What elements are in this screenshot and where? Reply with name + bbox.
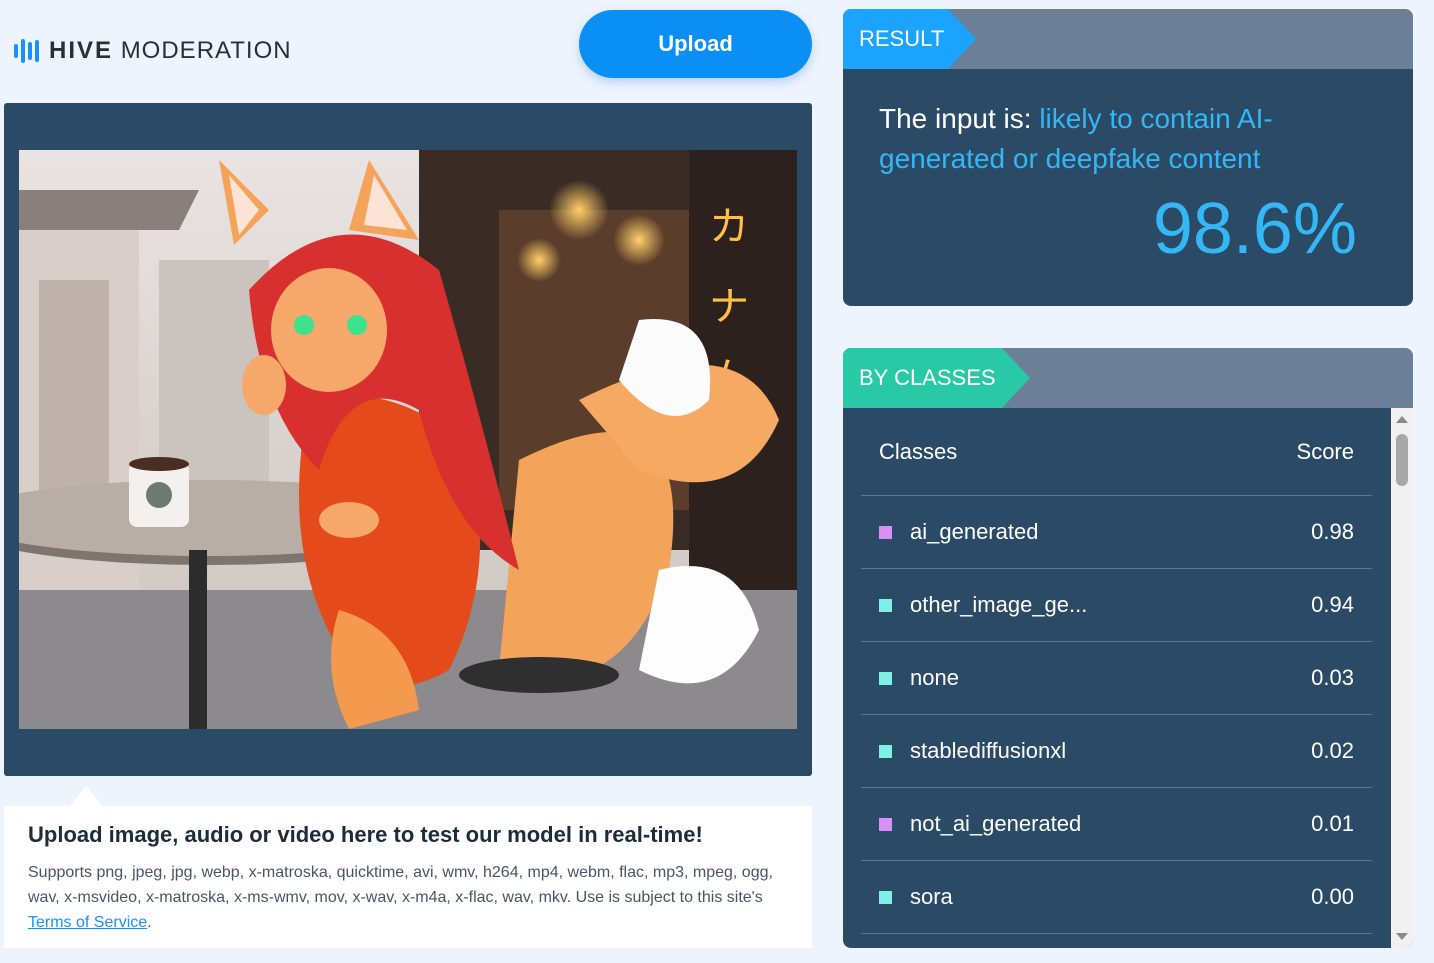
info-pointer (70, 786, 102, 806)
terms-of-service-link[interactable]: Terms of Service (28, 914, 147, 931)
classes-scrollbar[interactable] (1391, 408, 1413, 948)
table-row: not_ai_generated 0.01 (861, 788, 1372, 861)
scroll-up-arrow-icon[interactable] (1396, 416, 1408, 423)
brand-logo[interactable]: HIVE MODERATION (14, 36, 292, 66)
upload-info-title: Upload image, audio or video here to tes… (28, 822, 703, 847)
class-color-swatch (879, 525, 892, 539)
table-row: sora 0.00 (861, 861, 1372, 934)
table-row: stablediffusionxl 0.02 (861, 715, 1372, 788)
result-card: RESULT The input is: likely to contain A… (843, 9, 1413, 306)
classes-header: BY CLASSES (843, 348, 1413, 408)
upload-info: Upload image, audio or video here to tes… (4, 806, 812, 948)
column-header-classes: Classes (879, 438, 958, 464)
classes-table-header: Classes Score (861, 408, 1372, 496)
svg-text:ナ: ナ (709, 284, 749, 330)
table-row: none 0.03 (861, 642, 1372, 715)
table-row: other_image_ge... 0.94 (861, 569, 1372, 642)
scroll-thumb[interactable] (1396, 434, 1408, 486)
class-name: not_ai_generated (910, 811, 1082, 836)
class-name: stablediffusionxl (910, 738, 1067, 763)
class-color-swatch (879, 817, 892, 831)
class-score: 0.98 (1311, 519, 1354, 544)
class-color-swatch (879, 671, 892, 685)
supported-formats-text: Supports png, jpeg, jpg, webp, x-matrosk… (28, 864, 773, 931)
class-score: 0.94 (1311, 592, 1354, 617)
classes-tag: BY CLASSES (843, 348, 1030, 408)
classes-card[interactable]: BY CLASSES Classes Score ai_generated 0.9… (843, 348, 1413, 948)
svg-text:カ: カ (709, 204, 749, 250)
class-name: ai_generated (910, 519, 1039, 544)
class-score: 0.03 (1311, 665, 1354, 690)
class-name: other_image_ge... (910, 592, 1088, 617)
table-row: ai_generated 0.98 (861, 496, 1372, 569)
uploaded-image: カ ナ ム (19, 150, 797, 729)
class-name: none (910, 665, 959, 690)
classes-table: Classes Score ai_generated 0.98 other_imag… (861, 408, 1372, 934)
result-verdict: The input is: likely to contain AI-gener… (879, 103, 1273, 174)
class-score: 0.01 (1311, 811, 1354, 836)
class-score: 0.02 (1311, 738, 1354, 763)
class-color-swatch (879, 890, 892, 904)
class-color-swatch (879, 744, 892, 758)
hive-logo-icon (14, 38, 39, 64)
result-tag: RESULT (843, 9, 976, 69)
brand-name: HIVE MODERATION (49, 37, 292, 64)
upload-button[interactable]: Upload (579, 10, 812, 78)
media-preview-panel[interactable]: カ ナ ム (4, 103, 812, 776)
result-header: RESULT (843, 9, 1413, 69)
class-color-swatch (879, 598, 892, 612)
result-percentage: 98.6% (1152, 189, 1357, 269)
class-score: 0.00 (1311, 884, 1354, 909)
scroll-down-arrow-icon[interactable] (1396, 933, 1408, 940)
class-name: sora (910, 884, 953, 909)
column-header-score: Score (1296, 438, 1354, 464)
